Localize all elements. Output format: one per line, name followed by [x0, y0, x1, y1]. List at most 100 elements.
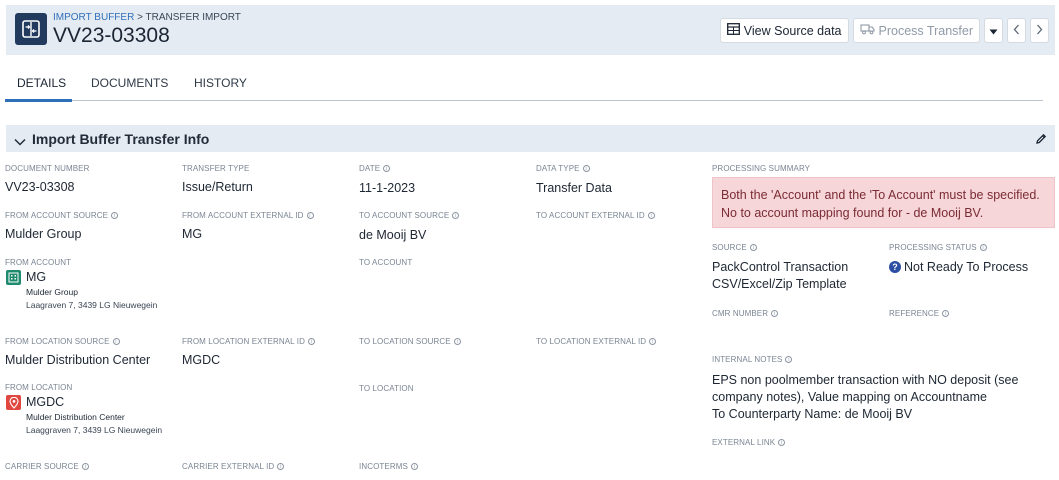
question-circle-icon: ? — [889, 261, 901, 273]
processing-summary-alert: Both the 'Account' and the 'To Account' … — [712, 177, 1055, 228]
to-account-source-label: TO ACCOUNT SOURCE i — [359, 211, 460, 220]
from-account-name: Mulder Group — [26, 287, 78, 297]
view-source-data-button[interactable]: View Source data — [719, 18, 849, 43]
info-icon[interactable]: i — [942, 310, 950, 317]
processing-status-label: PROCESSING STATUS i — [889, 243, 987, 252]
info-icon[interactable]: i — [649, 338, 657, 345]
more-actions-dropdown[interactable] — [984, 18, 1003, 43]
info-icon[interactable]: i — [749, 244, 757, 251]
info-icon[interactable]: i — [306, 212, 314, 219]
to-location-label: TO LOCATION — [359, 384, 414, 393]
processing-summary-label: PROCESSING SUMMARY — [712, 164, 811, 173]
processing-summary-line-1: Both the 'Account' and the 'To Account' … — [721, 188, 1040, 202]
date-value: 11-1-2023 — [359, 181, 416, 195]
process-transfer-label: Process Transfer — [878, 23, 973, 38]
from-account-source-label: FROM ACCOUNT SOURCE i — [5, 211, 119, 220]
pencil-icon[interactable] — [1035, 132, 1047, 150]
chevron-down-icon[interactable] — [14, 133, 26, 151]
internal-notes-value: EPS non poolmember transaction with NO d… — [712, 372, 1018, 423]
from-location-label: FROM LOCATION — [5, 383, 73, 392]
building-icon — [6, 270, 21, 285]
transfer-type-value: Issue/Return — [182, 180, 253, 194]
info-icon[interactable]: i — [979, 244, 987, 251]
info-icon[interactable]: i — [582, 165, 590, 172]
truck-icon — [859, 23, 875, 38]
section-header[interactable]: Import Buffer Transfer Info — [6, 125, 1055, 152]
tab-details[interactable]: DETAILS — [17, 76, 66, 90]
chevron-left-icon — [1013, 24, 1020, 38]
to-account-label: TO ACCOUNT — [359, 258, 413, 267]
breadcrumb: IMPORT BUFFER > TRANSFER IMPORT — [53, 12, 241, 23]
info-icon[interactable]: i — [383, 165, 391, 172]
map-pin-icon — [6, 395, 21, 410]
info-icon[interactable]: i — [778, 439, 786, 446]
internal-notes-line-3: To Counterparty Name: de Mooij BV — [712, 407, 913, 421]
from-location-code: MGDC — [26, 395, 65, 409]
to-account-source-value: de Mooij BV — [359, 228, 427, 242]
source-value-line-1: PackControl Transaction — [712, 260, 849, 274]
breadcrumb-import-buffer[interactable]: IMPORT BUFFER — [53, 12, 134, 23]
internal-notes-label: INTERNAL NOTES i — [712, 355, 793, 364]
from-account-source-value: Mulder Group — [5, 227, 82, 241]
from-account-external-id-label: FROM ACCOUNT EXTERNAL ID i — [182, 211, 314, 220]
from-location-name: Mulder Distribution Center — [26, 412, 125, 422]
info-icon[interactable]: i — [785, 356, 793, 363]
active-tab-indicator — [5, 99, 72, 102]
from-location-address: Laaggraven 7, 3439 LG Nieuwegein — [26, 425, 163, 435]
to-location-external-id-label: TO LOCATION EXTERNAL ID i — [536, 337, 657, 346]
incoterms-label: INCOTERMS i — [359, 462, 418, 471]
info-icon[interactable]: i — [277, 463, 285, 470]
tab-history[interactable]: HISTORY — [194, 76, 247, 90]
info-icon[interactable]: i — [81, 463, 89, 470]
info-icon[interactable]: i — [410, 463, 418, 470]
from-account-external-id-value: MG — [182, 227, 203, 241]
process-transfer-button[interactable]: Process Transfer — [852, 18, 980, 43]
carrier-source-label: CARRIER SOURCE i — [5, 462, 89, 471]
info-icon[interactable]: i — [452, 212, 460, 219]
breadcrumb-separator: > — [134, 12, 146, 23]
source-label: SOURCE i — [712, 243, 757, 252]
section-title: Import Buffer Transfer Info — [32, 131, 210, 147]
view-source-data-label: View Source data — [743, 23, 842, 38]
from-location-external-id-label: FROM LOCATION EXTERNAL ID i — [182, 337, 315, 346]
from-location-source-value: Mulder Distribution Center — [5, 353, 151, 367]
info-icon[interactable]: i — [771, 310, 779, 317]
document-number-label: DOCUMENT NUMBER — [5, 164, 90, 173]
from-account-address: Laagraven 7, 3439 LG Nieuwegein — [26, 300, 158, 310]
to-account-external-id-label: TO ACCOUNT EXTERNAL ID i — [536, 211, 655, 220]
reference-label: REFERENCE i — [889, 309, 950, 318]
from-location-card[interactable]: MGDC Mulder Distribution Center Laaggrav… — [5, 395, 205, 439]
page-header: IMPORT BUFFER > TRANSFER IMPORT VV23-033… — [6, 5, 1055, 55]
breadcrumb-current: TRANSFER IMPORT — [145, 12, 241, 23]
external-link-label: EXTERNAL LINK i — [712, 438, 786, 447]
from-location-external-id-value: MGDC — [182, 353, 221, 367]
from-location-source-label: FROM LOCATION SOURCE i — [5, 337, 120, 346]
internal-notes-line-2: company notes), Value mapping on Account… — [712, 390, 987, 404]
chevron-right-icon — [1036, 24, 1043, 38]
tab-bar: DETAILS DOCUMENTS HISTORY — [5, 64, 1043, 102]
processing-summary-line-2: No to account mapping found for - de Moo… — [721, 206, 984, 220]
source-value-line-2: CSV/Excel/Zip Template — [712, 277, 847, 291]
info-icon[interactable]: i — [647, 212, 655, 219]
info-icon[interactable]: i — [307, 338, 315, 345]
tab-documents[interactable]: DOCUMENTS — [91, 76, 168, 90]
source-value: PackControl Transaction CSV/Excel/Zip Te… — [712, 259, 848, 293]
next-record-button[interactable] — [1030, 18, 1049, 43]
from-account-label: FROM ACCOUNT — [5, 258, 72, 267]
info-icon[interactable]: i — [111, 212, 119, 219]
info-icon[interactable]: i — [453, 338, 461, 345]
previous-record-button[interactable] — [1007, 18, 1026, 43]
processing-status-text: Not Ready To Process — [904, 260, 1029, 274]
transfer-type-label: TRANSFER TYPE — [182, 164, 250, 173]
info-icon[interactable]: i — [112, 338, 120, 345]
transfer-icon — [15, 13, 47, 45]
from-account-card[interactable]: MG Mulder Group Laagraven 7, 3439 LG Nie… — [5, 270, 205, 314]
to-location-source-label: TO LOCATION SOURCE i — [359, 337, 461, 346]
date-label: DATE i — [359, 164, 391, 173]
toolbar: View Source data Process Transfer — [719, 18, 1049, 43]
cmr-number-label: CMR NUMBER i — [712, 309, 779, 318]
internal-notes-line-1: EPS non poolmember transaction with NO d… — [712, 373, 1019, 387]
page-title: VV23-03308 — [53, 24, 170, 47]
caret-down-icon — [989, 24, 998, 38]
data-type-value: Transfer Data — [536, 181, 612, 195]
